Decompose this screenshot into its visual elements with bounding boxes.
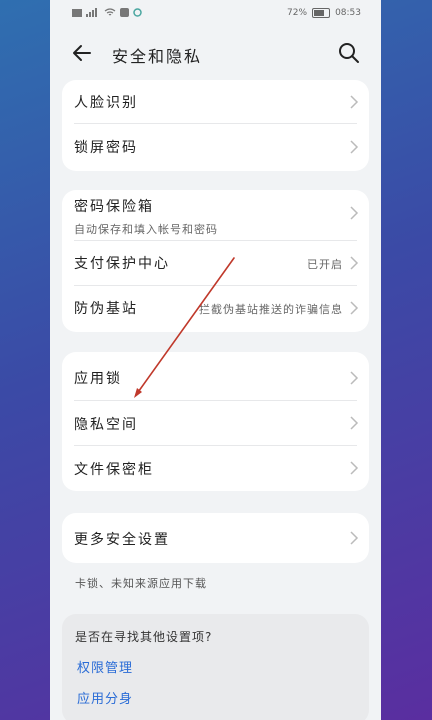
private-space-item[interactable]: 隐私空间	[62, 401, 369, 445]
item-label: 密码保险箱	[74, 199, 154, 215]
chevron-right-icon	[350, 461, 359, 475]
more-security-footnote: 卡锁、未知来源应用下载	[75, 577, 207, 590]
suggestion-question: 是否在寻找其他设置项?	[75, 630, 213, 644]
app-twin-link[interactable]: 应用分身	[77, 688, 133, 707]
item-label: 防伪基站	[74, 301, 138, 317]
signal-icon	[86, 8, 97, 17]
item-label: 文件保密柜	[74, 462, 154, 478]
item-label: 更多安全设置	[74, 532, 170, 548]
fake-base-station-item[interactable]: 防伪基站 拦截伪基站推送的诈骗信息	[62, 286, 369, 332]
more-security-card: 更多安全设置	[62, 513, 369, 563]
chevron-right-icon	[350, 206, 359, 220]
header: 安全和隐私	[50, 30, 381, 76]
chevron-right-icon	[350, 371, 359, 385]
item-label: 应用锁	[74, 371, 122, 387]
app-lock-item[interactable]: 应用锁	[62, 352, 369, 400]
back-arrow-icon[interactable]	[70, 41, 94, 65]
item-description: 拦截伪基站推送的诈骗信息	[199, 303, 343, 316]
item-label: 隐私空间	[74, 417, 138, 433]
app-icon	[133, 8, 142, 17]
security-card: 密码保险箱 自动保存和填入帐号和密码 支付保护中心 已开启 防伪基站 拦截伪基站…	[62, 190, 369, 332]
sim-icon	[72, 8, 82, 17]
item-status: 已开启	[307, 258, 343, 271]
wifi-icon	[104, 8, 116, 16]
permission-management-link[interactable]: 权限管理	[77, 657, 133, 676]
more-security-settings-item[interactable]: 更多安全设置	[62, 513, 369, 563]
notification-icon	[120, 8, 129, 17]
password-vault-item[interactable]: 密码保险箱 自动保存和填入帐号和密码	[62, 190, 369, 240]
status-icons-left	[72, 8, 142, 17]
chevron-right-icon	[350, 140, 359, 154]
biometric-card: 人脸识别 锁屏密码	[62, 80, 369, 171]
status-icons-right: 72% 08:53	[287, 8, 361, 18]
page-title: 安全和隐私	[112, 47, 203, 66]
settings-screen: 72% 08:53 安全和隐私 人脸识别 锁屏密码 密码保险箱 自动保存和填入帐…	[50, 0, 381, 720]
file-safe-item[interactable]: 文件保密柜	[62, 446, 369, 491]
suggestion-box: 是否在寻找其他设置项? 权限管理 应用分身	[62, 614, 369, 720]
face-recognition-item[interactable]: 人脸识别	[62, 80, 369, 123]
chevron-right-icon	[350, 256, 359, 270]
search-icon[interactable]	[337, 41, 361, 65]
item-label: 人脸识别	[74, 95, 138, 111]
battery-percent: 72%	[287, 8, 308, 18]
chevron-right-icon	[350, 301, 359, 315]
clock: 08:53	[335, 8, 361, 18]
item-subtitle: 自动保存和填入帐号和密码	[74, 223, 218, 236]
status-bar: 72% 08:53	[50, 0, 381, 28]
chevron-right-icon	[350, 531, 359, 545]
payment-protection-item[interactable]: 支付保护中心 已开启	[62, 241, 369, 285]
item-label: 支付保护中心	[74, 256, 170, 272]
privacy-card: 应用锁 隐私空间 文件保密柜	[62, 352, 369, 491]
battery-icon	[312, 8, 331, 18]
lock-screen-password-item[interactable]: 锁屏密码	[62, 124, 369, 171]
chevron-right-icon	[350, 416, 359, 430]
chevron-right-icon	[350, 95, 359, 109]
item-label: 锁屏密码	[74, 140, 138, 156]
